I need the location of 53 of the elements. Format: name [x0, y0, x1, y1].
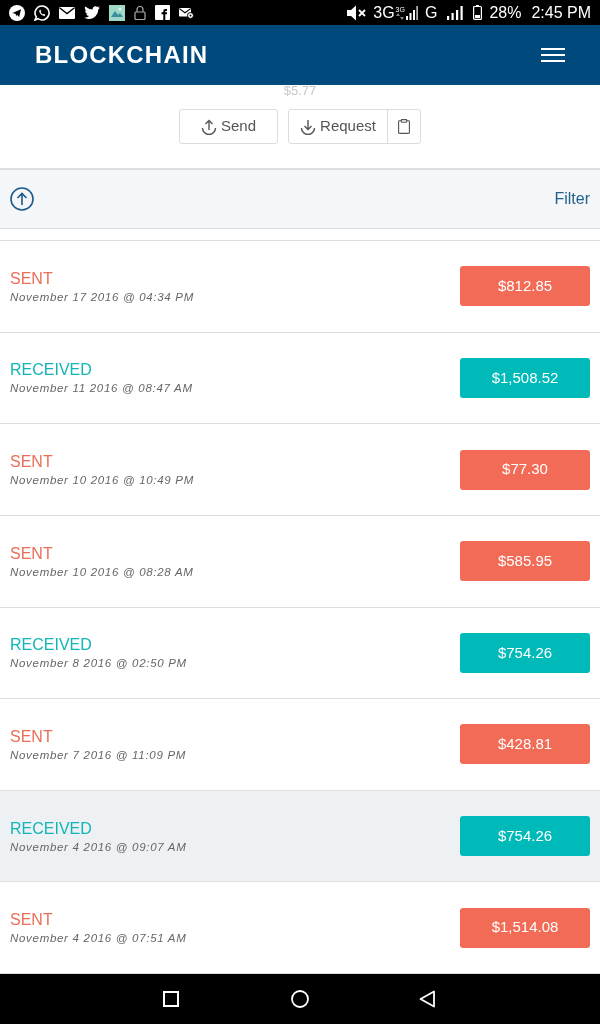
transaction-type: SENT: [10, 910, 54, 931]
image-thumbnail-icon: [109, 4, 125, 21]
circle-icon: [291, 990, 309, 1008]
padlock-icon: [134, 5, 146, 20]
menu-button[interactable]: [541, 46, 565, 64]
download-icon: [300, 118, 317, 135]
data-arrows-icon: [396, 12, 405, 20]
chat-phone-icon: [34, 4, 50, 21]
menu-icon: [541, 48, 565, 62]
balance-amount: $5.77: [283, 84, 317, 97]
back-button[interactable]: [419, 990, 437, 1008]
upload-icon: [200, 118, 217, 135]
transaction-date: November 10 2016 @ 10:49 PM: [10, 473, 194, 488]
transaction-date: November 17 2016 @ 04:34 PM: [10, 289, 194, 304]
transaction-date: November 8 2016 @ 02:50 PM: [10, 656, 187, 671]
square-icon: [163, 991, 179, 1007]
transaction-type: SENT: [10, 543, 54, 564]
clipboard-icon: [398, 119, 410, 134]
overview-button[interactable]: [163, 990, 181, 1008]
arrow-up-circle-icon: [10, 187, 34, 211]
send-label: Send: [220, 116, 256, 137]
transaction-date: November 10 2016 @ 08:28 AM: [10, 564, 194, 579]
home-button[interactable]: [291, 990, 309, 1008]
transaction-date: November 4 2016 @ 07:51 AM: [10, 931, 187, 946]
signal-bars-icon: [405, 5, 419, 20]
back-triangle-icon: [419, 990, 435, 1008]
filter-link[interactable]: Filter: [554, 187, 590, 211]
paper-plane-icon: [9, 4, 25, 21]
battery-icon: [473, 5, 483, 20]
speaker-muted-icon: [347, 4, 368, 21]
network-type: G: [424, 4, 438, 21]
bird-icon: [84, 6, 100, 19]
request-label: Request: [320, 116, 376, 137]
transaction-type: SENT: [10, 726, 54, 747]
transaction-date: November 11 2016 @ 08:47 AM: [10, 381, 193, 396]
envelope-icon: [59, 6, 75, 19]
transaction-type: RECEIVED: [10, 360, 93, 381]
transaction-type: RECEIVED: [10, 635, 93, 656]
send-button[interactable]: Send: [179, 109, 278, 144]
f-logo-icon: [155, 5, 170, 20]
signal-bars-icon: [447, 5, 464, 20]
network-type: 3G: [373, 4, 395, 21]
transaction-type: SENT: [10, 268, 54, 289]
scroll-up-button[interactable]: [10, 187, 34, 211]
envelope-gear-icon: [179, 6, 194, 19]
transaction-type: SENT: [10, 452, 54, 473]
battery-percentage: 28%: [489, 4, 522, 21]
transaction-date: November 7 2016 @ 11:09 PM: [10, 747, 187, 762]
clock-time: 2:45 PM: [531, 4, 591, 21]
logo-wordmark[interactable]: BLOCKCHAIN: [35, 37, 209, 73]
transaction-type: RECEIVED: [10, 818, 93, 839]
transaction-row[interactable]: RECEIVED November 4 2016 @ 09:07 AM $754.26: [0, 790, 600, 883]
transaction-date: November 4 2016 @ 09:07 AM: [10, 839, 187, 854]
